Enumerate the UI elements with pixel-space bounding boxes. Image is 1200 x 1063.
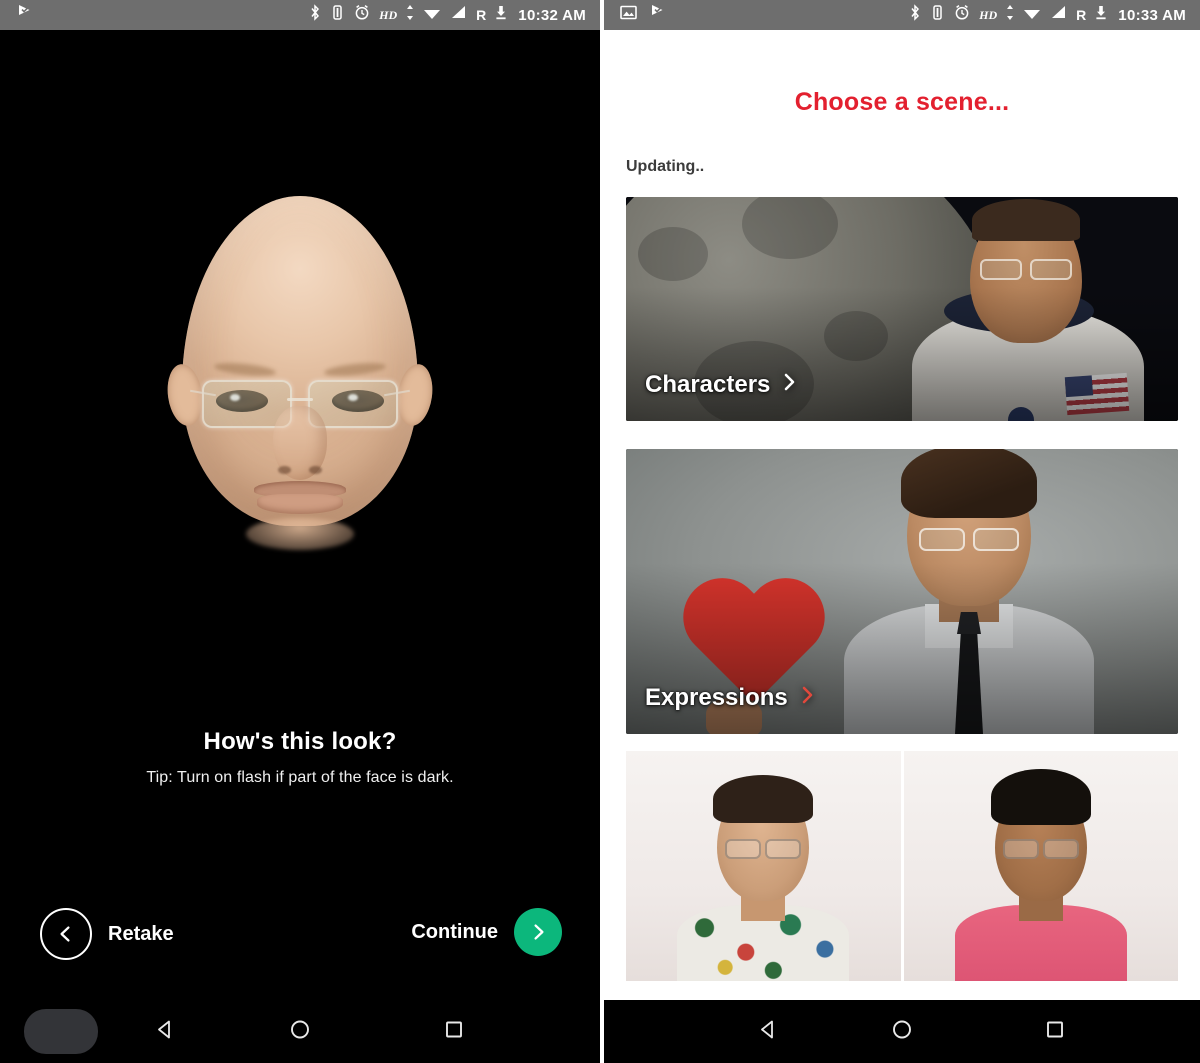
action-row: Retake Continue bbox=[0, 908, 600, 966]
scene-card-label-group: Expressions bbox=[645, 683, 815, 712]
hd-icon: HD bbox=[379, 7, 398, 22]
preview-caption: How's this look? Tip: Turn on flash if p… bbox=[0, 728, 600, 787]
lower-lip bbox=[257, 494, 343, 514]
chevron-left-circle-icon bbox=[40, 908, 92, 960]
status-bar-clock: 10:32 AM bbox=[518, 6, 586, 24]
status-bar-left-icons bbox=[604, 4, 666, 26]
temple-right bbox=[384, 389, 410, 397]
scene-thumbnail-pink[interactable] bbox=[903, 751, 1178, 981]
right-status-bar: HD R 10:33 AM bbox=[604, 0, 1200, 30]
roaming-icon: R bbox=[1076, 7, 1087, 23]
image-icon bbox=[620, 5, 637, 25]
chevron-right-icon bbox=[800, 683, 815, 712]
vibrate-icon bbox=[330, 4, 345, 26]
face-preview-stage bbox=[0, 30, 600, 720]
recents-square-icon[interactable] bbox=[1045, 1019, 1065, 1044]
nostril-right bbox=[309, 466, 322, 474]
alarm-icon bbox=[354, 4, 370, 26]
page-title: How's this look? bbox=[203, 728, 397, 755]
scene-card-label-group: Characters bbox=[645, 370, 797, 399]
scene-thumbnail-row bbox=[626, 751, 1178, 981]
tip-text: Tip: Turn on flash if part of the face i… bbox=[146, 769, 454, 786]
astronaut-hair bbox=[972, 199, 1080, 241]
hair bbox=[990, 769, 1091, 825]
eyeglasses-icon bbox=[919, 528, 1019, 551]
chevron-right-icon bbox=[782, 370, 797, 399]
scene-thumbnail-floral[interactable] bbox=[626, 751, 901, 981]
app-notification-icon bbox=[16, 4, 33, 26]
app-notification-icon bbox=[649, 4, 666, 26]
home-circle-icon[interactable] bbox=[289, 1018, 311, 1045]
wifi-icon bbox=[423, 4, 441, 26]
back-triangle-icon[interactable] bbox=[153, 1017, 177, 1046]
left-navigation-bar bbox=[0, 1000, 600, 1063]
back-triangle-icon[interactable] bbox=[756, 1017, 780, 1046]
eyeglasses-icon bbox=[725, 839, 802, 859]
download-icon bbox=[1095, 4, 1107, 26]
eyeglasses-icon bbox=[1002, 839, 1079, 859]
data-updown-icon bbox=[1006, 4, 1014, 26]
roaming-icon: R bbox=[476, 7, 487, 23]
status-bar-left-icons bbox=[0, 4, 33, 26]
home-circle-icon[interactable] bbox=[891, 1018, 913, 1045]
page-title: Choose a scene... bbox=[794, 88, 1010, 116]
left-phone-panel: HD R 10:32 AM How's this look? Tip: Turn… bbox=[0, 0, 600, 1063]
status-bar-clock: 10:33 AM bbox=[1118, 6, 1186, 24]
scene-card-characters[interactable]: Characters bbox=[626, 197, 1178, 421]
scene-chooser-body: Choose a scene... Updating.. Characters … bbox=[604, 30, 1200, 1000]
status-bar-right-icons: HD R 10:32 AM bbox=[309, 4, 600, 26]
download-icon bbox=[495, 4, 507, 26]
hair bbox=[713, 775, 814, 823]
scanned-face-model bbox=[163, 196, 437, 550]
nostril-left bbox=[278, 466, 291, 474]
crater bbox=[638, 227, 708, 281]
temple-left bbox=[190, 389, 216, 397]
right-phone-panel: HD R 10:33 AM Choose a scene... Updating… bbox=[604, 0, 1200, 1063]
alarm-icon bbox=[954, 4, 970, 26]
dual-phone-screenshot: HD R 10:32 AM How's this look? Tip: Turn… bbox=[0, 0, 1200, 1063]
vibrate-icon bbox=[930, 4, 945, 26]
scene-card-expressions[interactable]: Expressions bbox=[626, 449, 1178, 734]
signal-icon bbox=[450, 4, 467, 26]
nose bbox=[273, 406, 327, 480]
hd-icon: HD bbox=[979, 7, 998, 22]
scene-card-label: Characters bbox=[645, 371, 771, 398]
retake-button[interactable]: Retake bbox=[40, 908, 174, 960]
status-bar-right-icons: HD R 10:33 AM bbox=[909, 4, 1200, 26]
chevron-right-circle-icon bbox=[514, 908, 562, 956]
signal-icon bbox=[1050, 4, 1067, 26]
scene-card-label: Expressions bbox=[645, 684, 788, 711]
card-gradient-overlay bbox=[626, 286, 1178, 421]
eyebrow-right bbox=[323, 360, 387, 379]
continue-button[interactable]: Continue bbox=[411, 908, 562, 956]
wifi-icon bbox=[1023, 4, 1041, 26]
status-text: Updating.. bbox=[626, 158, 705, 175]
man-hair bbox=[901, 449, 1037, 518]
glasses-bridge bbox=[287, 398, 313, 401]
eyebrow-left bbox=[213, 360, 277, 379]
right-navigation-bar bbox=[604, 1000, 1200, 1063]
eyeglasses-icon bbox=[980, 259, 1072, 280]
retake-button-label: Retake bbox=[108, 922, 174, 945]
chin bbox=[246, 518, 354, 550]
bluetooth-icon bbox=[309, 4, 321, 26]
left-status-bar: HD R 10:32 AM bbox=[0, 0, 600, 30]
continue-button-label: Continue bbox=[411, 920, 498, 943]
crater bbox=[742, 197, 838, 259]
app-thumbnail[interactable] bbox=[24, 1009, 98, 1054]
recents-square-icon[interactable] bbox=[444, 1019, 464, 1044]
data-updown-icon bbox=[406, 4, 414, 26]
bluetooth-icon bbox=[909, 4, 921, 26]
